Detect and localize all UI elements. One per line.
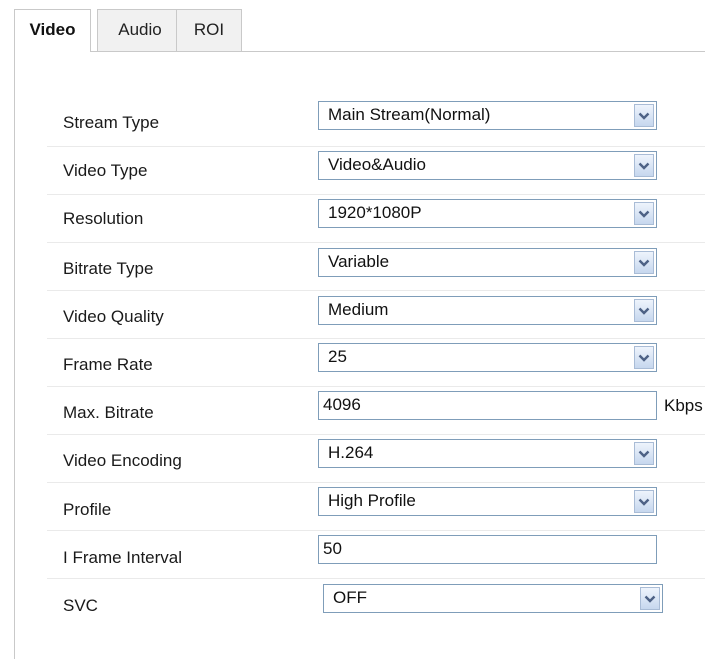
max-bitrate-value: 4096 — [323, 395, 361, 414]
bitrate-type-select[interactable]: Variable — [318, 248, 657, 277]
row-divider — [47, 386, 705, 387]
chevron-down-icon[interactable] — [634, 299, 654, 322]
panel-border — [14, 51, 15, 659]
tab-roi-label: ROI — [193, 20, 225, 39]
max-bitrate-unit: Kbps — [664, 396, 703, 415]
resolution-value: 1920*1080P — [328, 203, 422, 222]
row-divider — [47, 290, 705, 291]
i-frame-interval-value: 50 — [323, 539, 342, 558]
stream-type-value: Main Stream(Normal) — [328, 105, 491, 124]
bitrate-type-label: Bitrate Type — [63, 259, 154, 278]
video-type-select[interactable]: Video&Audio — [318, 151, 657, 180]
chevron-down-icon[interactable] — [634, 490, 654, 513]
resolution-select[interactable]: 1920*1080P — [318, 199, 657, 228]
i-frame-interval-input[interactable]: 50 — [318, 535, 657, 564]
frame-rate-label: Frame Rate — [63, 355, 153, 374]
video-quality-select[interactable]: Medium — [318, 296, 657, 325]
row-divider — [47, 578, 705, 579]
tab-bar: Video Audio ROI — [14, 9, 705, 52]
chevron-down-icon[interactable] — [634, 104, 654, 127]
svc-select[interactable]: OFF — [323, 584, 663, 613]
svc-label: SVC — [63, 596, 98, 615]
chevron-down-icon[interactable] — [640, 587, 660, 610]
max-bitrate-input[interactable]: 4096 — [318, 391, 657, 420]
stream-type-select[interactable]: Main Stream(Normal) — [318, 101, 657, 130]
row-divider — [47, 194, 705, 195]
profile-select[interactable]: High Profile — [318, 487, 657, 516]
row-divider — [47, 530, 705, 531]
chevron-down-icon[interactable] — [634, 154, 654, 177]
frame-rate-select[interactable]: 25 — [318, 343, 657, 372]
video-quality-label: Video Quality — [63, 307, 164, 326]
profile-value: High Profile — [328, 491, 416, 510]
row-divider — [47, 482, 705, 483]
svc-value: OFF — [333, 588, 367, 607]
tab-roi[interactable]: ROI — [176, 9, 242, 51]
video-quality-value: Medium — [328, 300, 389, 319]
i-frame-interval-label: I Frame Interval — [63, 548, 183, 567]
chevron-down-icon[interactable] — [634, 202, 654, 225]
tab-underline — [14, 51, 705, 52]
row-divider — [47, 338, 705, 339]
resolution-label: Resolution — [63, 209, 144, 228]
tab-video-label: Video — [29, 20, 76, 39]
chevron-down-icon[interactable] — [634, 442, 654, 465]
frame-rate-value: 25 — [328, 347, 347, 366]
stream-type-label: Stream Type — [63, 113, 160, 132]
video-encoding-value: H.264 — [328, 443, 374, 462]
bitrate-type-value: Variable — [328, 252, 390, 271]
tab-audio-label: Audio — [118, 20, 162, 39]
video-type-label: Video Type — [63, 161, 148, 180]
video-encoding-label: Video Encoding — [63, 451, 182, 470]
chevron-down-icon[interactable] — [634, 251, 654, 274]
chevron-down-icon[interactable] — [634, 346, 654, 369]
max-bitrate-label: Max. Bitrate — [63, 403, 154, 422]
row-divider — [47, 242, 705, 243]
video-type-value: Video&Audio — [328, 155, 426, 174]
tab-video[interactable]: Video — [14, 9, 91, 52]
video-encoding-select[interactable]: H.264 — [318, 439, 657, 468]
row-divider — [47, 146, 705, 147]
tab-audio[interactable]: Audio — [97, 9, 183, 51]
row-divider — [47, 434, 705, 435]
profile-label: Profile — [63, 500, 112, 519]
